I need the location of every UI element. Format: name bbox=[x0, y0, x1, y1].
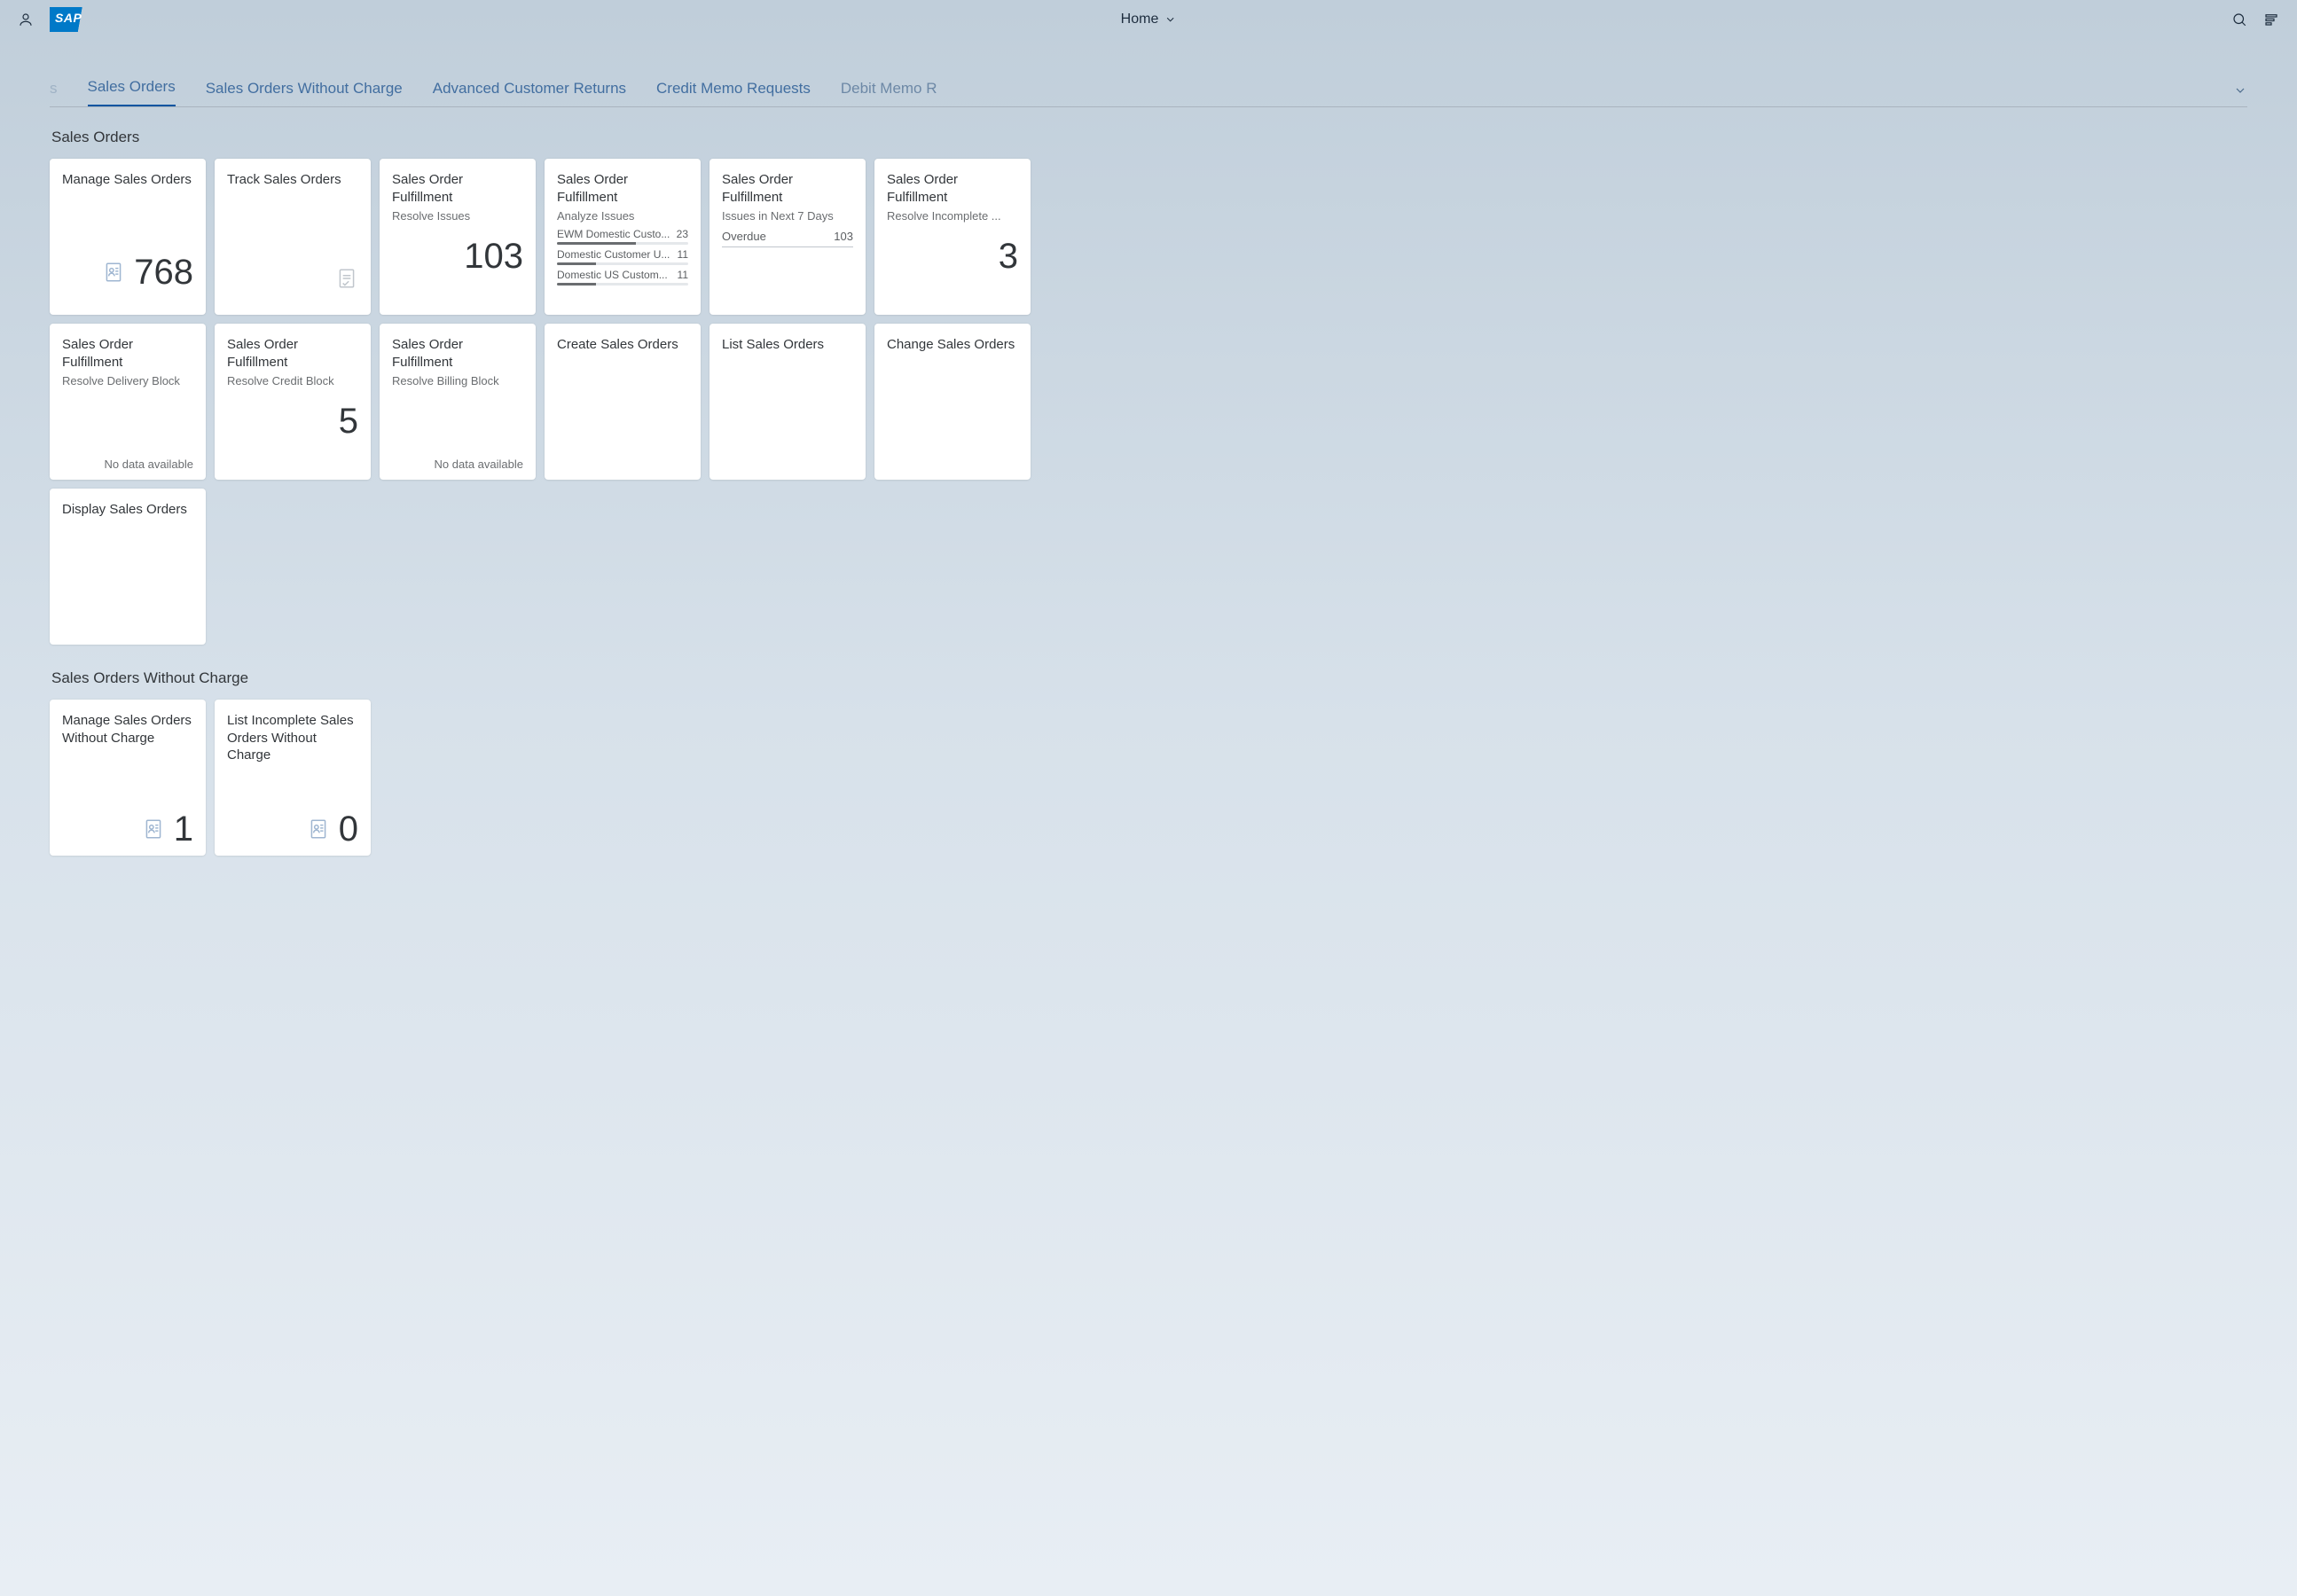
metric-label: Overdue bbox=[722, 230, 766, 243]
tab-overflow-button[interactable] bbox=[2233, 83, 2247, 98]
mini-label: Domestic Customer U... bbox=[557, 248, 670, 261]
tab-credit-memo[interactable]: Credit Memo Requests bbox=[656, 80, 811, 106]
tile-subtitle: Resolve Issues bbox=[392, 209, 523, 223]
tile-title: Sales Order Fulfillment bbox=[557, 171, 688, 206]
tabbar: s Sales Orders Sales Orders Without Char… bbox=[50, 78, 2247, 107]
user-icon[interactable] bbox=[18, 12, 34, 27]
mini-label: Domestic US Custom... bbox=[557, 269, 668, 281]
tile-title: List Sales Orders bbox=[722, 336, 853, 354]
mini-value: 11 bbox=[678, 248, 688, 261]
tile-resolve-billing-block[interactable]: Sales Order Fulfillment Resolve Billing … bbox=[380, 324, 536, 480]
mini-row: EWM Domestic Custo... 23 bbox=[557, 228, 688, 245]
tile-resolve-issues[interactable]: Sales Order Fulfillment Resolve Issues 1… bbox=[380, 159, 536, 315]
tab-sales-orders[interactable]: Sales Orders bbox=[88, 78, 176, 107]
tile-subtitle: Resolve Incomplete ... bbox=[887, 209, 1018, 223]
tile-subtitle: Resolve Delivery Block bbox=[62, 374, 193, 387]
kpi-value: 3 bbox=[887, 223, 1018, 306]
tile-title: Display Sales Orders bbox=[62, 501, 193, 519]
tile-title: Track Sales Orders bbox=[227, 171, 358, 189]
overdue-metric: Overdue 103 bbox=[722, 230, 853, 247]
kpi-value: 768 bbox=[134, 254, 193, 290]
tabbar-container: s Sales Orders Sales Orders Without Char… bbox=[0, 39, 2297, 107]
mini-label: EWM Domestic Custo... bbox=[557, 228, 670, 240]
tile-analyze-issues[interactable]: Sales Order Fulfillment Analyze Issues E… bbox=[545, 159, 701, 315]
tile-title: Sales Order Fulfillment bbox=[392, 171, 523, 206]
tile-title: Sales Order Fulfillment bbox=[722, 171, 853, 206]
mini-list: EWM Domestic Custo... 23 Domestic Custom… bbox=[557, 228, 688, 286]
chevron-down-icon bbox=[1164, 13, 1176, 26]
tab-debit-memo[interactable]: Debit Memo R bbox=[841, 80, 937, 106]
tile-title: Sales Order Fulfillment bbox=[887, 171, 1018, 206]
tile-title: Sales Order Fulfillment bbox=[392, 336, 523, 371]
tile-title: Create Sales Orders bbox=[557, 336, 688, 354]
tile-subtitle: Resolve Credit Block bbox=[227, 374, 358, 387]
tile-change-sales-orders[interactable]: Change Sales Orders bbox=[874, 324, 1031, 480]
tile-list-sales-orders[interactable]: List Sales Orders bbox=[709, 324, 866, 480]
tile-resolve-incomplete[interactable]: Sales Order Fulfillment Resolve Incomple… bbox=[874, 159, 1031, 315]
tile-issues-next-7-days[interactable]: Sales Order Fulfillment Issues in Next 7… bbox=[709, 159, 866, 315]
tile-title: List Incomplete Sales Orders Without Cha… bbox=[227, 712, 358, 764]
section-title: Sales Orders Without Charge bbox=[51, 669, 2247, 687]
tile-title: Change Sales Orders bbox=[887, 336, 1018, 354]
tile-display-sales-orders[interactable]: Display Sales Orders bbox=[50, 489, 206, 645]
kpi-value: 1 bbox=[174, 811, 193, 847]
document-person-icon bbox=[307, 818, 330, 841]
tile-title: Sales Order Fulfillment bbox=[62, 336, 193, 371]
document-person-icon bbox=[102, 261, 125, 284]
section-title: Sales Orders bbox=[51, 129, 2247, 146]
tile-create-sales-orders[interactable]: Create Sales Orders bbox=[545, 324, 701, 480]
mini-value: 23 bbox=[677, 228, 688, 240]
shell-header: Home bbox=[0, 0, 2297, 39]
kpi-value: 0 bbox=[339, 811, 358, 847]
tab-advanced-returns[interactable]: Advanced Customer Returns bbox=[433, 80, 626, 106]
kpi-value: 103 bbox=[392, 223, 523, 306]
home-content: Sales Orders Manage Sales Orders 768 Tra… bbox=[0, 107, 2297, 891]
tile-manage-sales-orders[interactable]: Manage Sales Orders 768 bbox=[50, 159, 206, 315]
mini-value: 11 bbox=[678, 269, 688, 281]
tab-so-without-charge[interactable]: Sales Orders Without Charge bbox=[206, 80, 403, 106]
mini-row: Domestic US Custom... 11 bbox=[557, 269, 688, 286]
kpi-value: 5 bbox=[227, 387, 358, 471]
tile-title: Manage Sales Orders bbox=[62, 171, 193, 189]
tab-partial-left: s bbox=[50, 80, 58, 106]
shell-header-right bbox=[2231, 12, 2279, 27]
no-data-msg: No data available bbox=[392, 458, 523, 471]
document-person-icon bbox=[142, 818, 165, 841]
document-check-icon bbox=[335, 267, 358, 290]
notifications-icon[interactable] bbox=[2263, 12, 2279, 27]
tile-list-incomplete-so-without-charge[interactable]: List Incomplete Sales Orders Without Cha… bbox=[215, 700, 371, 856]
mini-row: Domestic Customer U... 11 bbox=[557, 248, 688, 265]
tile-manage-so-without-charge[interactable]: Manage Sales Orders Without Charge 1 bbox=[50, 700, 206, 856]
page-title-dropdown[interactable]: Home bbox=[1121, 12, 1177, 27]
tile-grid-so-without-charge: Manage Sales Orders Without Charge 1 Lis… bbox=[50, 700, 2247, 856]
shell-header-left bbox=[18, 7, 99, 32]
tile-track-sales-orders[interactable]: Track Sales Orders bbox=[215, 159, 371, 315]
no-data-msg: No data available bbox=[62, 458, 193, 471]
tile-subtitle: Resolve Billing Block bbox=[392, 374, 523, 387]
tile-title: Sales Order Fulfillment bbox=[227, 336, 358, 371]
tile-subtitle: Issues in Next 7 Days bbox=[722, 209, 853, 223]
tile-resolve-credit-block[interactable]: Sales Order Fulfillment Resolve Credit B… bbox=[215, 324, 371, 480]
metric-value: 103 bbox=[834, 230, 853, 243]
tile-title: Manage Sales Orders Without Charge bbox=[62, 712, 193, 747]
sap-logo bbox=[50, 7, 99, 32]
tile-resolve-delivery-block[interactable]: Sales Order Fulfillment Resolve Delivery… bbox=[50, 324, 206, 480]
page-title: Home bbox=[1121, 12, 1159, 27]
tile-subtitle: Analyze Issues bbox=[557, 209, 688, 223]
search-icon[interactable] bbox=[2231, 12, 2247, 27]
tile-grid-sales-orders: Manage Sales Orders 768 Track Sales Orde… bbox=[50, 159, 2247, 645]
